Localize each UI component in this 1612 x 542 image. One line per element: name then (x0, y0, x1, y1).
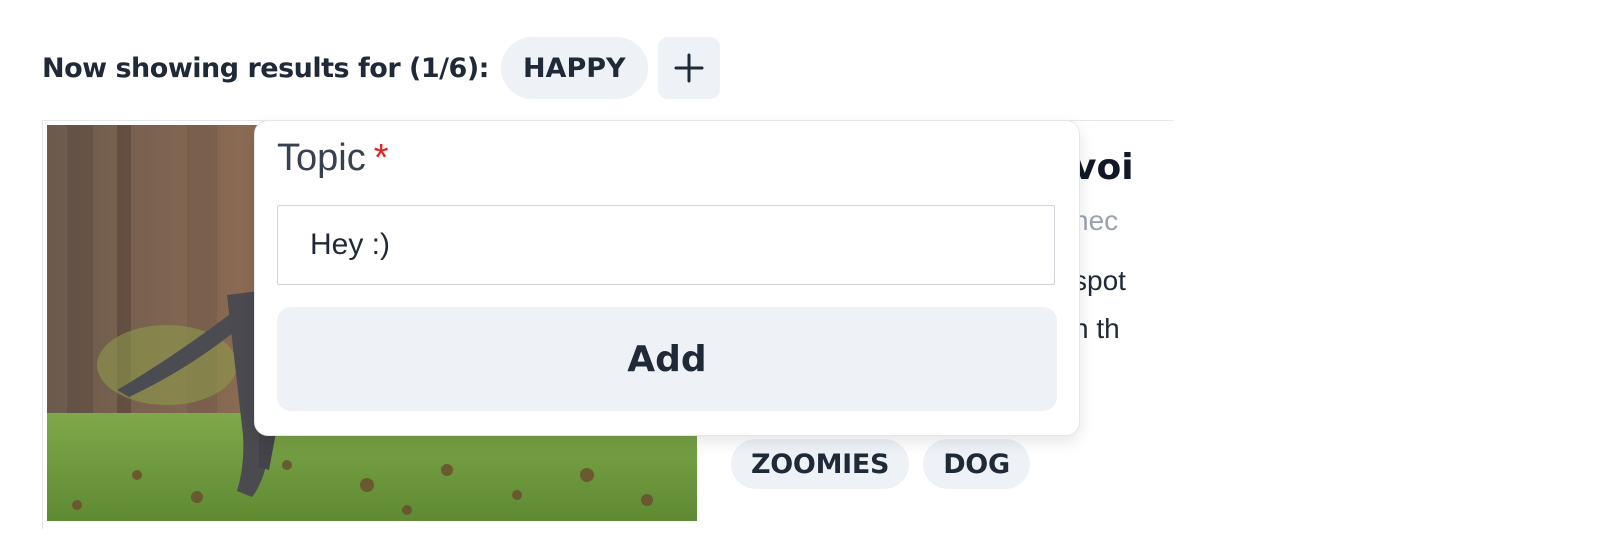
results-bar: Now showing results for (1/6): HAPPY (42, 36, 720, 100)
card-description: spot n th (1073, 257, 1173, 353)
page: Now showing results for (1/6): HAPPY voi… (0, 0, 1612, 542)
card-tags: ZOOMIES DOG (731, 439, 1030, 489)
tag-dog[interactable]: DOG (923, 439, 1030, 489)
topic-field-label: Topic * (277, 137, 389, 180)
card-description-line: spot (1073, 265, 1126, 296)
active-topic-chip[interactable]: HAPPY (500, 37, 648, 99)
required-asterisk: * (373, 137, 389, 179)
results-label: Now showing results for (1/6): (42, 52, 489, 84)
topic-label-text: Topic (277, 137, 366, 179)
card-title: voi (1073, 147, 1134, 188)
add-button[interactable]: Add (277, 307, 1057, 411)
add-topic-popover: Topic* Add (254, 120, 1080, 436)
card-description-line: n th (1073, 313, 1120, 344)
topic-input[interactable] (277, 205, 1055, 285)
add-topic-button[interactable] (657, 37, 720, 99)
tag-zoomies[interactable]: ZOOMIES (731, 439, 910, 489)
plus-icon (674, 53, 704, 83)
